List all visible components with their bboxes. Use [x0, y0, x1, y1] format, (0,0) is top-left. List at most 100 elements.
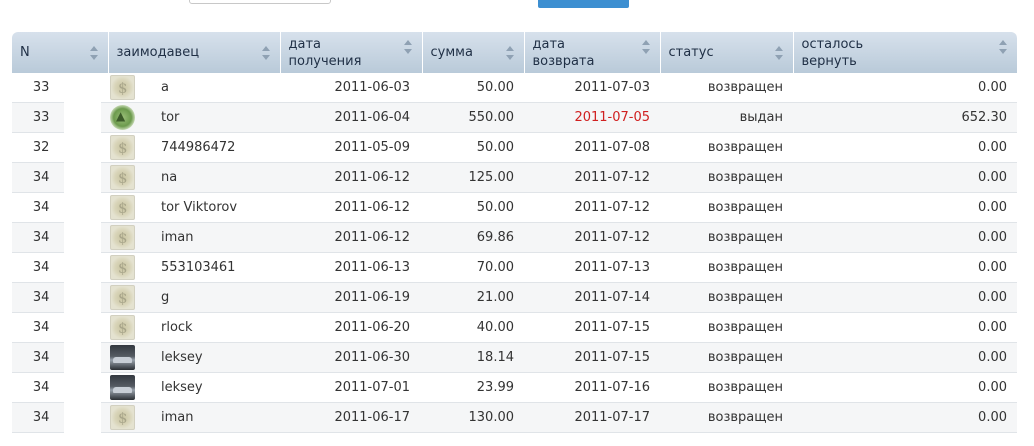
table-row[interactable]: 3365a2011-06-0350.002011-07-03возвращен0… [12, 73, 1017, 103]
lender-name[interactable]: g [161, 290, 169, 305]
cell-lender[interactable]: tor [108, 102, 280, 133]
loan-id-prefix: 32 [32, 140, 50, 155]
column-header-n[interactable]: N [12, 32, 109, 73]
cell-lender[interactable]: leksey [108, 372, 280, 403]
cell-sum: 130.00 [422, 402, 524, 433]
sort-icon[interactable] [89, 45, 98, 60]
lender-name[interactable]: rlock [161, 320, 193, 335]
submit-button[interactable] [538, 0, 629, 8]
cell-lender[interactable]: iman [108, 222, 280, 253]
default-avatar[interactable] [110, 225, 135, 250]
cell-lender[interactable]: leksey [108, 342, 280, 373]
cell-left: 0.00 [793, 192, 1017, 223]
column-header-received[interactable]: дата получения [280, 32, 423, 73]
sort-icon[interactable] [261, 45, 270, 60]
table-row[interactable]: 3439leksey2011-07-0123.992011-07-16возвр… [12, 372, 1017, 403]
sort-icon[interactable] [505, 45, 514, 60]
cell-received: 2011-06-17 [280, 402, 422, 433]
table-row[interactable]: 3411g2011-06-1921.002011-07-14возвращен0… [12, 282, 1017, 313]
cell-return: 2011-07-14 [524, 282, 660, 313]
sort-icon[interactable] [641, 40, 650, 54]
cell-sum: 40.00 [422, 312, 524, 343]
sort-icon[interactable] [774, 45, 783, 60]
cell-left: 0.00 [793, 252, 1017, 283]
cell-lender[interactable]: 744986472 [108, 132, 280, 163]
cell-lender[interactable]: g [108, 282, 280, 313]
default-avatar[interactable] [110, 75, 135, 100]
dollar-avatar[interactable] [110, 105, 135, 130]
table-row[interactable]: 34685531034612011-06-1370.002011-07-13во… [12, 252, 1017, 283]
cell-return: 2011-07-08 [524, 132, 660, 163]
cell-sum: 18.14 [422, 342, 524, 373]
column-header-return[interactable]: дата возврата [524, 32, 661, 73]
lender-name[interactable]: a [161, 80, 169, 95]
cell-return: 2011-07-12 [524, 222, 660, 253]
table-row[interactable]: 3497tor Viktorov2011-06-1250.002011-07-1… [12, 192, 1017, 223]
sort-icon[interactable] [999, 40, 1007, 54]
default-avatar[interactable] [110, 285, 135, 310]
cell-left: 0.00 [793, 402, 1017, 433]
cell-sum: 70.00 [422, 252, 524, 283]
cell-lender[interactable]: rlock [108, 312, 280, 343]
column-header-status[interactable]: статус [660, 32, 794, 73]
cell-return: 2011-07-12 [524, 192, 660, 223]
cell-sum: 50.00 [422, 192, 524, 223]
cell-received: 2011-06-03 [280, 73, 422, 103]
table-row[interactable]: 3428rlock2011-06-2040.002011-07-15возвра… [12, 312, 1017, 343]
default-avatar[interactable] [110, 255, 135, 280]
table-row[interactable]: 32197449864722011-05-0950.002011-07-08во… [12, 132, 1017, 163]
cell-left: 652.30 [793, 102, 1017, 133]
lender-name[interactable]: tor Viktorov [161, 200, 237, 215]
table-row[interactable]: 3472iman2011-06-1269.862011-07-12возвращ… [12, 222, 1017, 253]
default-avatar[interactable] [110, 195, 135, 220]
column-label: сумма [430, 45, 473, 60]
cell-lender[interactable]: na [108, 162, 280, 193]
table-row[interactable]: 3407iman2011-06-17130.002011-07-17возвра… [12, 402, 1017, 433]
default-avatar[interactable] [110, 165, 135, 190]
loan-id-prefix: 34 [32, 380, 50, 395]
car-avatar[interactable] [110, 345, 135, 370]
column-header-sum[interactable]: сумма [422, 32, 525, 73]
cell-lender[interactable]: iman [108, 402, 280, 433]
cell-lender[interactable]: tor Viktorov [108, 192, 280, 223]
cell-sum: 125.00 [422, 162, 524, 193]
cell-received: 2011-06-12 [280, 162, 422, 193]
column-header-lender[interactable]: заимодавец [108, 32, 281, 73]
lender-name[interactable]: na [161, 170, 177, 185]
cell-return: 2011-07-17 [524, 402, 660, 433]
top-toolbar [0, 0, 1034, 12]
column-label: N [20, 45, 30, 60]
filter-input[interactable] [189, 0, 331, 4]
cell-status: возвращен [660, 222, 793, 253]
cell-status: возвращен [660, 312, 793, 343]
loan-id-prefix: 34 [32, 230, 50, 245]
lender-name[interactable]: tor [161, 110, 179, 125]
lender-name[interactable]: leksey [161, 380, 203, 395]
cell-left: 0.00 [793, 162, 1017, 193]
cell-lender[interactable]: a [108, 73, 280, 103]
table-row[interactable]: 3465na2011-06-12125.002011-07-12возвраще… [12, 162, 1017, 193]
lender-name[interactable]: 744986472 [161, 140, 235, 155]
table-row[interactable]: 3354tor2011-06-04550.002011-07-05выдан65… [12, 102, 1017, 133]
cell-status: возвращен [660, 342, 793, 373]
cell-lender[interactable]: 553103461 [108, 252, 280, 283]
cell-received: 2011-06-13 [280, 252, 422, 283]
cell-status: возвращен [660, 73, 793, 103]
cell-return: 2011-07-12 [524, 162, 660, 193]
car-avatar[interactable] [110, 375, 135, 400]
table-row[interactable]: 3418leksey2011-06-3018.142011-07-15возвр… [12, 342, 1017, 373]
default-avatar[interactable] [110, 405, 135, 430]
cell-sum: 69.86 [422, 222, 524, 253]
default-avatar[interactable] [110, 315, 135, 340]
default-avatar[interactable] [110, 135, 135, 160]
column-label: заимодавец [116, 45, 200, 60]
cell-received: 2011-06-12 [280, 192, 422, 223]
cell-status: возвращен [660, 192, 793, 223]
lender-name[interactable]: iman [161, 230, 193, 245]
column-header-left[interactable]: осталось вернуть [793, 32, 1017, 73]
column-label: осталось вернуть [801, 36, 864, 69]
lender-name[interactable]: leksey [161, 350, 203, 365]
sort-icon[interactable] [403, 40, 412, 54]
lender-name[interactable]: 553103461 [161, 260, 235, 275]
lender-name[interactable]: iman [161, 410, 193, 425]
